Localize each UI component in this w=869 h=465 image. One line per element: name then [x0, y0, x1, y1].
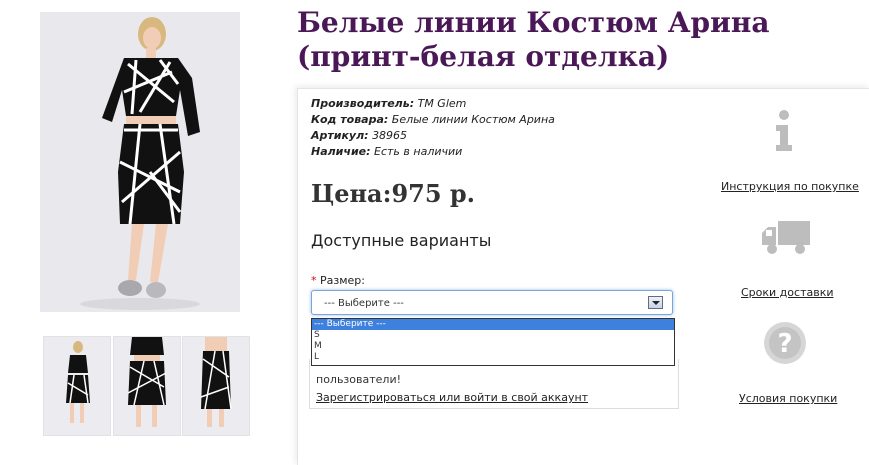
available-options-heading: Доступные варианты [311, 231, 492, 250]
stock-value: Есть в наличии [374, 145, 463, 158]
size-option[interactable]: L [312, 352, 674, 363]
info-icon[interactable] [770, 109, 798, 153]
size-option[interactable]: M [312, 341, 674, 352]
manufacturer-value: TM Glem [417, 97, 467, 110]
thumbnail-image [44, 337, 110, 435]
stock-label: Наличие: [311, 145, 371, 158]
thumbnail-3[interactable] [182, 336, 250, 436]
required-mark: * [311, 274, 317, 287]
product-meta: Производитель: TM Glem Код товара: Белые… [311, 96, 555, 160]
thumbnail-1[interactable] [43, 336, 111, 436]
size-label-text: Размер: [320, 274, 365, 287]
delivery-truck-icon[interactable] [760, 217, 812, 259]
purchase-instructions-link[interactable]: Инструкция по покупке [721, 180, 859, 193]
svg-text:?: ? [777, 329, 792, 359]
product-title: Белые линии Костюм Арина (принт-белая от… [297, 6, 770, 73]
sku-value: 38965 [372, 129, 408, 142]
thumbnail-image [114, 337, 180, 435]
login-notice: пользователи! Зарегистрироваться или вой… [309, 359, 679, 409]
product-info-panel: Производитель: TM Glem Код товара: Белые… [297, 88, 869, 465]
size-option[interactable]: --- Выберите --- [312, 319, 674, 330]
chevron-down-icon[interactable] [648, 296, 663, 309]
manufacturer-row: Производитель: TM Glem [311, 96, 555, 112]
product-code-row: Код товара: Белые линии Костюм Арина [311, 112, 555, 128]
stock-row: Наличие: Есть в наличии [311, 144, 555, 160]
thumbnail-2[interactable] [113, 336, 181, 436]
thumbnail-image [183, 337, 249, 435]
sku-row: Артикул: 38965 [311, 128, 555, 144]
product-price: Цена:975 р. [311, 179, 476, 208]
delivery-times-link[interactable]: Сроки доставки [741, 286, 834, 299]
main-product-photo[interactable] [40, 12, 240, 312]
login-notice-text: пользователи! [316, 373, 402, 386]
product-code-value: Белые линии Костюм Арина [391, 113, 555, 126]
question-icon[interactable]: ? [763, 321, 807, 365]
register-login-link[interactable]: Зарегистрироваться или войти в свой акка… [316, 391, 588, 404]
model-illustration [40, 12, 240, 312]
size-option[interactable]: S [312, 330, 674, 341]
size-select-value: --- Выберите --- [324, 298, 404, 309]
size-select[interactable]: --- Выберите --- [311, 290, 673, 315]
purchase-terms-link[interactable]: Условия покупки [739, 392, 837, 405]
manufacturer-label: Производитель: [311, 97, 415, 110]
sku-label: Артикул: [311, 129, 369, 142]
size-dropdown-list[interactable]: --- Выберите --- S M L [311, 318, 675, 366]
size-label: * Размер: [311, 274, 365, 287]
product-code-label: Код товара: [311, 113, 389, 126]
